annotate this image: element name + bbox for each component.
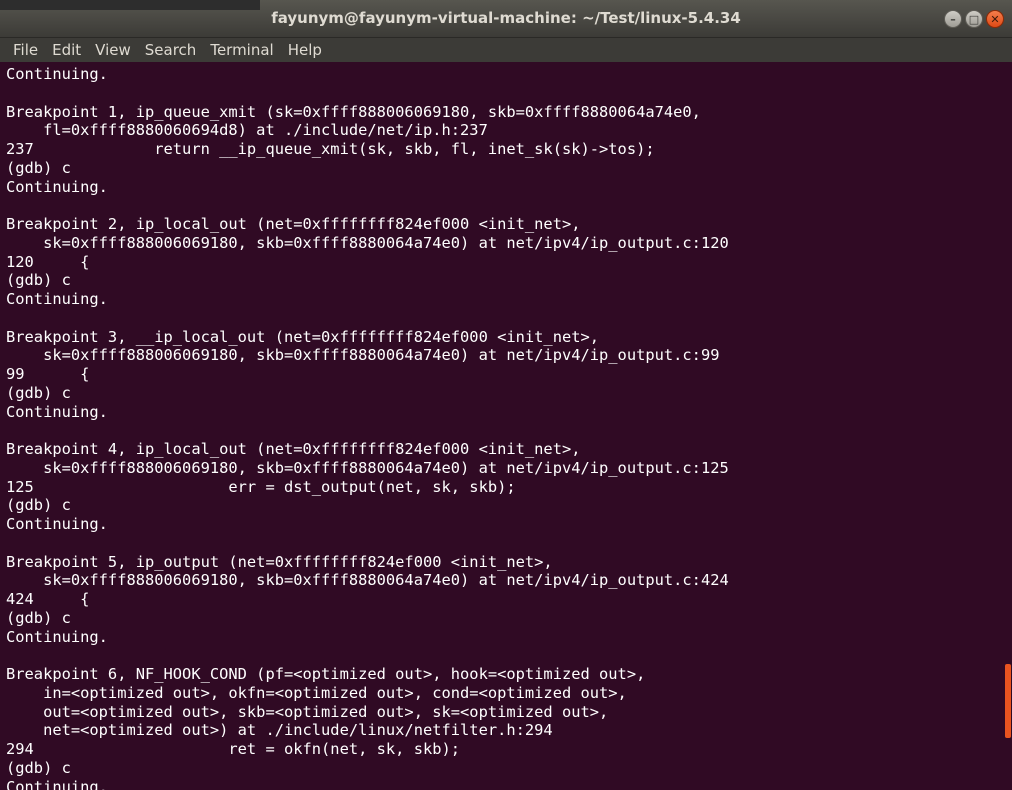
menu-search[interactable]: Search bbox=[137, 41, 203, 59]
terminal-line: (gdb) c bbox=[6, 383, 71, 402]
terminal-line: fl=0xffff8880060694d8) at ./include/net/… bbox=[6, 121, 488, 140]
terminal-line: sk=0xffff888006069180, skb=0xffff8880064… bbox=[6, 571, 729, 590]
terminal-line: in=<optimized out>, okfn=<optimized out>… bbox=[6, 683, 627, 702]
terminal-line: (gdb) c bbox=[6, 496, 71, 515]
terminal-line: 99 { bbox=[6, 365, 90, 383]
terminal-line: Continuing. bbox=[6, 515, 108, 533]
terminal-text: Continuing. Breakpoint 1, ip_queue_xmit … bbox=[0, 62, 1004, 790]
terminal-line: (gdb) c bbox=[6, 271, 71, 290]
terminal-line: 125 err = dst_output(net, sk, skb); bbox=[6, 477, 516, 496]
terminal-line: 294 ret = okfn(net, sk, skb); bbox=[6, 740, 461, 758]
terminal-line: 120 { bbox=[6, 252, 90, 271]
menu-bar: File Edit View Search Terminal Help bbox=[0, 38, 1012, 62]
terminal-line: Breakpoint 4, ip_local_out (net=0xffffff… bbox=[6, 440, 581, 458]
menu-view[interactable]: View bbox=[87, 41, 137, 59]
title-bar[interactable]: fayunym@fayunym-virtual-machine: ~/Test/… bbox=[0, 0, 1012, 38]
terminal-line: sk=0xffff888006069180, skb=0xffff8880064… bbox=[6, 233, 729, 252]
terminal-line: Continuing. bbox=[6, 65, 108, 83]
terminal-line: sk=0xffff888006069180, skb=0xffff8880064… bbox=[6, 458, 729, 477]
terminal-line: sk=0xffff888006069180, skb=0xffff8880064… bbox=[6, 346, 720, 365]
close-icon[interactable]: ✕ bbox=[986, 10, 1004, 28]
terminal-line: Breakpoint 3, __ip_local_out (net=0xffff… bbox=[6, 327, 600, 346]
terminal-line: 424 { bbox=[6, 590, 90, 608]
terminal-line: (gdb) c bbox=[6, 758, 71, 777]
terminal-line: (gdb) c bbox=[6, 158, 71, 177]
terminal-line: Continuing. bbox=[6, 777, 108, 790]
maximize-icon[interactable]: □ bbox=[965, 10, 983, 28]
terminal-line: Continuing. bbox=[6, 290, 108, 308]
terminal-line: out=<optimized out>, skb=<optimized out>… bbox=[6, 702, 609, 721]
terminal-line: Continuing. bbox=[6, 402, 108, 421]
terminal-line: net=<optimized out>) at ./include/linux/… bbox=[6, 721, 553, 740]
minimize-icon[interactable]: – bbox=[944, 10, 962, 28]
terminal-line: Continuing. bbox=[6, 177, 108, 196]
window-controls: – □ ✕ bbox=[944, 10, 1004, 28]
terminal-line: Breakpoint 5, ip_output (net=0xffffffff8… bbox=[6, 552, 553, 571]
terminal-output[interactable]: Continuing. Breakpoint 1, ip_queue_xmit … bbox=[0, 62, 1004, 790]
menu-edit[interactable]: Edit bbox=[44, 41, 87, 59]
terminal-line: 237 return __ip_queue_xmit(sk, skb, fl, … bbox=[6, 140, 655, 158]
window-title: fayunym@fayunym-virtual-machine: ~/Test/… bbox=[271, 9, 741, 27]
terminal-line: Continuing. bbox=[6, 627, 108, 646]
terminal-line: Breakpoint 1, ip_queue_xmit (sk=0xffff88… bbox=[6, 102, 701, 121]
terminal-line: (gdb) c bbox=[6, 608, 71, 627]
terminal-line: Breakpoint 6, NF_HOOK_COND (pf=<optimize… bbox=[6, 665, 646, 683]
terminal-line: Breakpoint 2, ip_local_out (net=0xffffff… bbox=[6, 215, 581, 233]
menu-help[interactable]: Help bbox=[280, 41, 328, 59]
menu-file[interactable]: File bbox=[5, 41, 44, 59]
scrollbar-thumb[interactable] bbox=[1005, 664, 1011, 738]
menu-terminal[interactable]: Terminal bbox=[202, 41, 279, 59]
